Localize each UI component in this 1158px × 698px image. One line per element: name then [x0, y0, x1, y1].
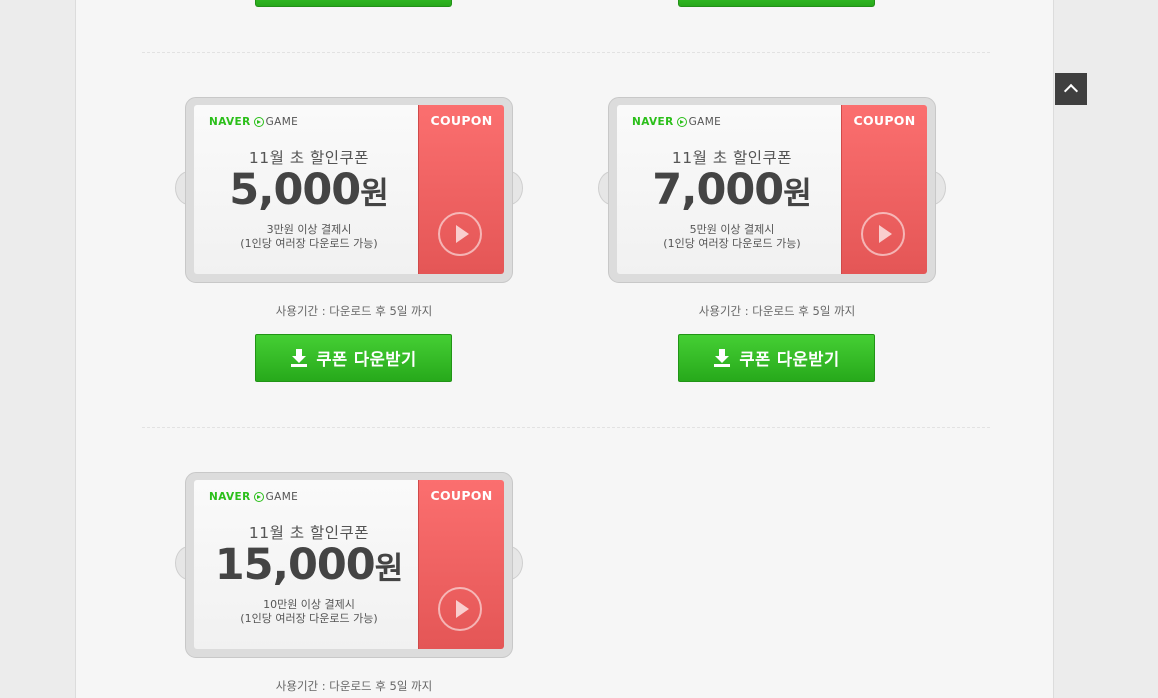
download-coupon-button[interactable]: 쿠폰 다운받기 — [255, 334, 452, 382]
coupon-amount-unit: 원 — [374, 551, 404, 587]
brand-game: GAME — [265, 116, 299, 128]
download-icon — [713, 349, 731, 367]
naver-game-logo: NAVER GAME — [632, 116, 721, 128]
naver-game-logo: NAVER GAME — [209, 491, 298, 503]
coupon-card: NAVER GAME 11월 초 할인쿠폰 15,000원 10만원 이상 결제… — [175, 472, 523, 662]
download-coupon-label: 쿠폰 다운받기 — [739, 350, 840, 369]
coupon-amount-unit: 원 — [783, 176, 812, 212]
coupon-body: NAVER GAME 11월 초 할인쿠폰 15,000원 10만원 이상 결제… — [194, 480, 418, 649]
coupon-condition-text: 10만원 이상 결제시 — [263, 598, 355, 611]
play-circle-icon — [438, 212, 482, 256]
coupon-body: NAVER GAME 11월 초 할인쿠폰 7,000원 5만원 이상 결제시 … — [617, 105, 841, 274]
scroll-to-top-button[interactable] — [1055, 73, 1087, 105]
download-coupon-label: 쿠폰 다운받기 — [316, 350, 417, 369]
coupon-amount-unit: 원 — [360, 176, 389, 212]
row-divider — [142, 427, 990, 428]
coupon-page-panel: NAVER GAME 11월 초 할인쿠폰 5,000원 3만원 이상 결제시 … — [75, 0, 1054, 698]
download-icon — [290, 349, 308, 367]
row-divider — [142, 52, 990, 53]
coupon-usage-period: 사용기간 : 다운로드 후 5일 까지 — [275, 304, 433, 318]
coupon-note-text: (1인당 여러장 다운로드 가능) — [663, 237, 801, 250]
coupon-stub-label: COUPON — [853, 113, 916, 128]
coupon-usage-period: 사용기간 : 다운로드 후 5일 까지 — [698, 304, 856, 318]
naver-game-logo: NAVER GAME — [209, 116, 298, 128]
coupon-amount-value: 7,000 — [652, 165, 784, 215]
coupon-condition-text: 3만원 이상 결제시 — [266, 223, 352, 236]
download-coupon-button[interactable]: 쿠폰 다운받기 — [678, 334, 875, 382]
brand-naver: NAVER — [632, 116, 674, 128]
coupon-amount-value: 15,000 — [214, 540, 376, 590]
coupon-stub-label: COUPON — [430, 488, 493, 503]
naver-game-play-icon — [676, 117, 687, 127]
coupon-note-text: (1인당 여러장 다운로드 가능) — [240, 237, 378, 250]
coupon-stub-label: COUPON — [430, 113, 493, 128]
coupon-condition: 10만원 이상 결제시 (1인당 여러장 다운로드 가능) — [194, 598, 424, 626]
play-circle-icon — [438, 587, 482, 631]
coupon-amount: 7,000원 — [617, 165, 847, 215]
coupon-condition-text: 5만원 이상 결제시 — [689, 223, 775, 236]
coupon-amount: 5,000원 — [194, 165, 424, 215]
coupon-amount-value: 5,000 — [229, 165, 361, 215]
brand-game: GAME — [265, 491, 299, 503]
brand-game: GAME — [688, 116, 722, 128]
coupon-stub: COUPON — [841, 105, 927, 274]
naver-game-play-icon — [253, 117, 264, 127]
coupon-amount: 15,000원 — [194, 540, 424, 590]
download-coupon-button-partial[interactable] — [678, 0, 875, 7]
coupon-note-text: (1인당 여러장 다운로드 가능) — [240, 612, 378, 625]
download-coupon-button-partial[interactable] — [255, 0, 452, 7]
play-circle-icon — [861, 212, 905, 256]
brand-naver: NAVER — [209, 116, 251, 128]
coupon-card: NAVER GAME 11월 초 할인쿠폰 7,000원 5만원 이상 결제시 … — [598, 97, 946, 287]
coupon-stub: COUPON — [418, 105, 504, 274]
coupon-stub: COUPON — [418, 480, 504, 649]
coupon-condition: 5만원 이상 결제시 (1인당 여러장 다운로드 가능) — [617, 223, 847, 251]
brand-naver: NAVER — [209, 491, 251, 503]
naver-game-play-icon — [253, 492, 264, 502]
coupon-condition: 3만원 이상 결제시 (1인당 여러장 다운로드 가능) — [194, 223, 424, 251]
coupon-card: NAVER GAME 11월 초 할인쿠폰 5,000원 3만원 이상 결제시 … — [175, 97, 523, 287]
coupon-body: NAVER GAME 11월 초 할인쿠폰 5,000원 3만원 이상 결제시 … — [194, 105, 418, 274]
coupon-usage-period: 사용기간 : 다운로드 후 5일 까지 — [275, 679, 433, 693]
